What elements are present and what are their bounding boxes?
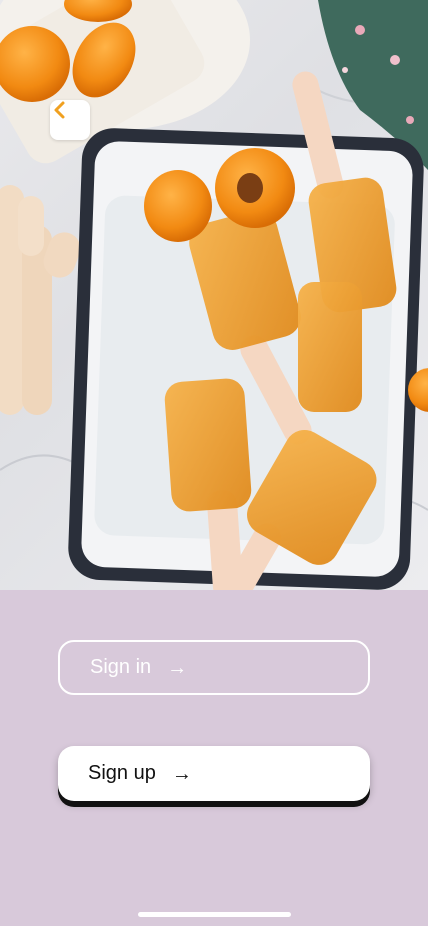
home-indicator xyxy=(138,912,291,917)
sign-up-label: Sign up xyxy=(88,762,156,784)
sign-up-button[interactable]: Sign up → xyxy=(58,746,370,801)
sign-in-label: Sign in xyxy=(90,656,152,678)
sign-in-button[interactable]: Sign in → xyxy=(58,640,370,695)
chevron-left-icon xyxy=(54,101,65,119)
arrow-right-icon: → xyxy=(167,656,188,679)
back-button[interactable] xyxy=(50,100,90,140)
popsicle-photo xyxy=(0,0,428,590)
hero-image xyxy=(0,0,428,590)
arrow-right-icon: → xyxy=(171,762,192,785)
